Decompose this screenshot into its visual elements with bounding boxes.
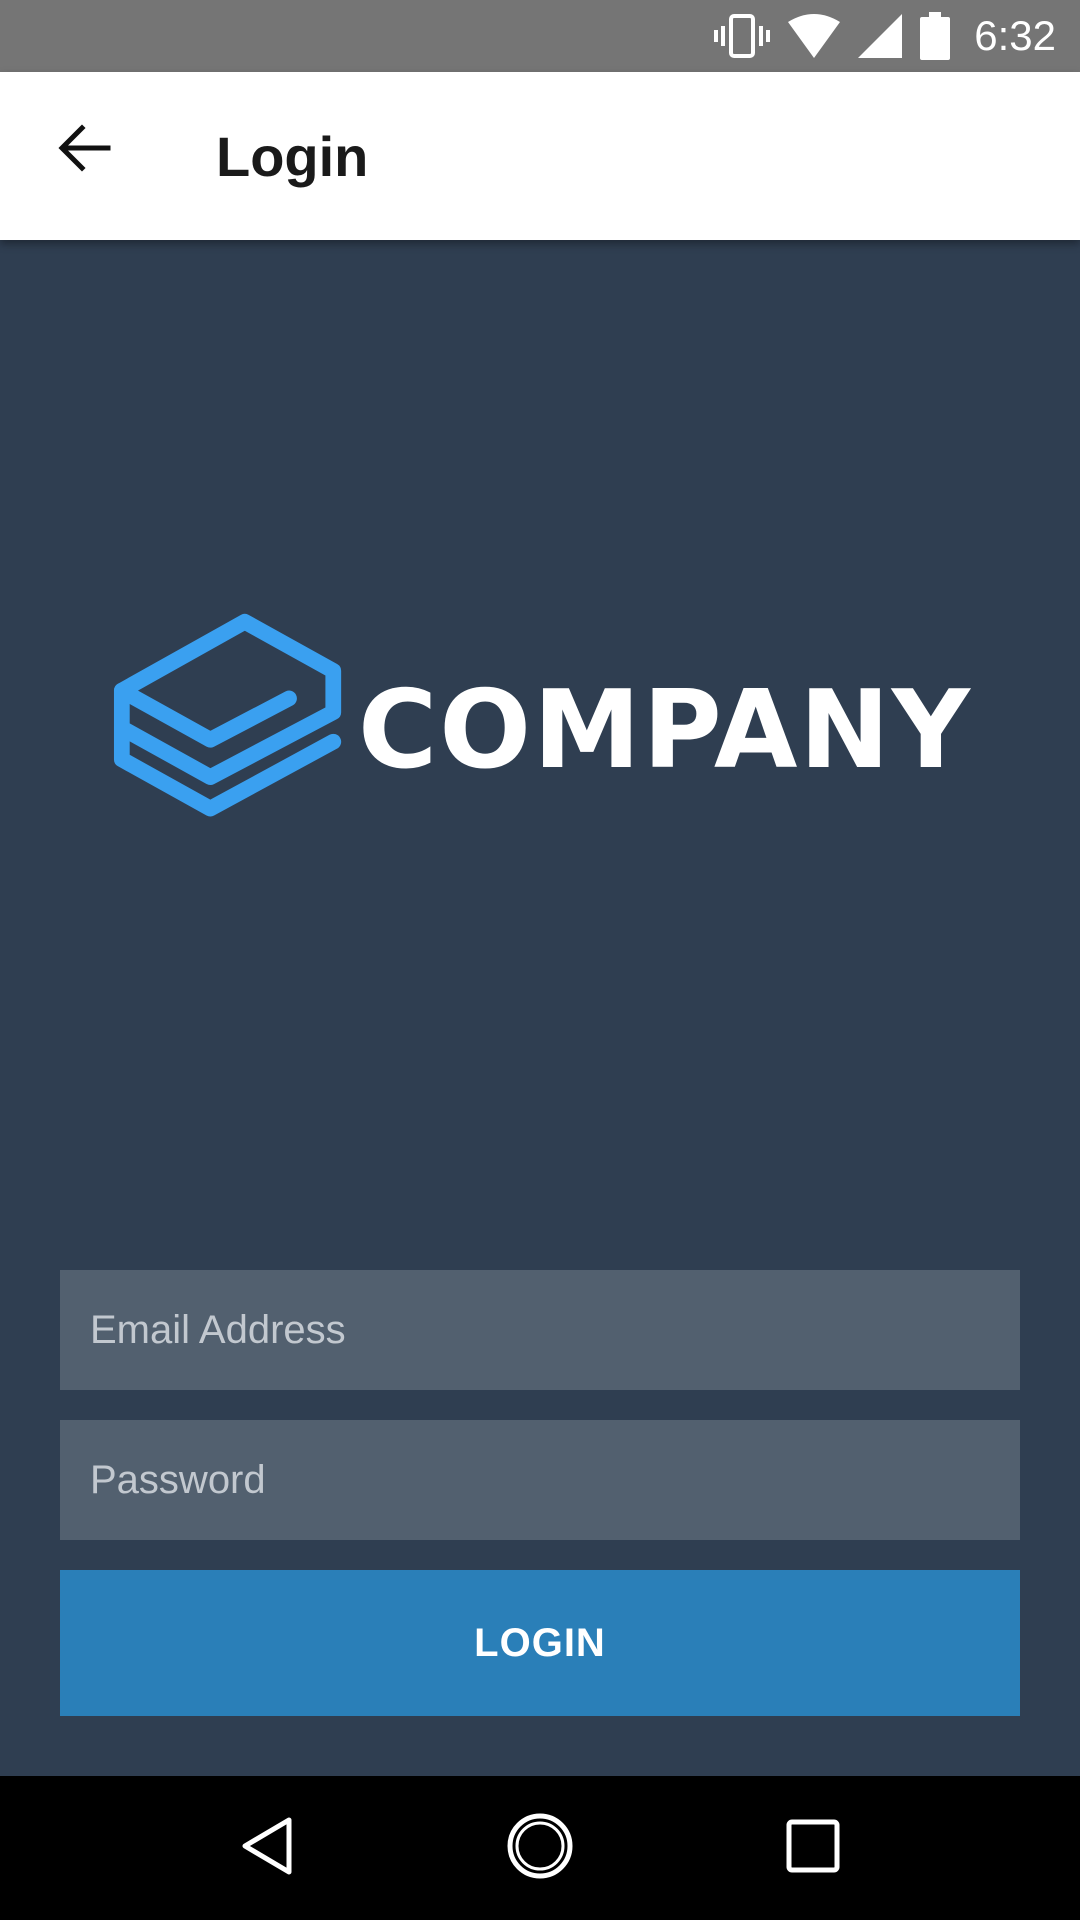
signal-icon xyxy=(858,0,903,72)
nav-back-icon xyxy=(239,1816,295,1881)
navigation-bar xyxy=(0,1776,1080,1920)
nav-home-icon xyxy=(505,1811,575,1886)
back-button[interactable] xyxy=(44,110,124,190)
wifi-icon xyxy=(788,0,841,72)
status-bar: 6:32 xyxy=(0,0,1080,72)
nav-home-button[interactable] xyxy=(495,1803,585,1893)
vibrate-icon xyxy=(714,0,771,72)
arrow-back-icon xyxy=(56,120,112,181)
login-screen: 6:32 Login COMPANY LOGIN xyxy=(0,0,1080,1920)
email-field[interactable] xyxy=(60,1270,1020,1390)
login-button[interactable]: LOGIN xyxy=(60,1570,1020,1716)
clock: 6:32 xyxy=(974,12,1056,59)
password-field[interactable] xyxy=(60,1420,1020,1540)
logo-mark-icon xyxy=(113,613,342,817)
battery-icon xyxy=(920,0,951,72)
logo-text: COMPANY xyxy=(358,667,972,793)
app-bar: Login xyxy=(0,72,1080,240)
nav-recents-button[interactable] xyxy=(768,1803,858,1893)
company-logo: COMPANY xyxy=(112,610,972,840)
page-title: Login xyxy=(216,125,369,188)
nav-recents-icon xyxy=(786,1819,840,1878)
nav-back-button[interactable] xyxy=(222,1803,312,1893)
